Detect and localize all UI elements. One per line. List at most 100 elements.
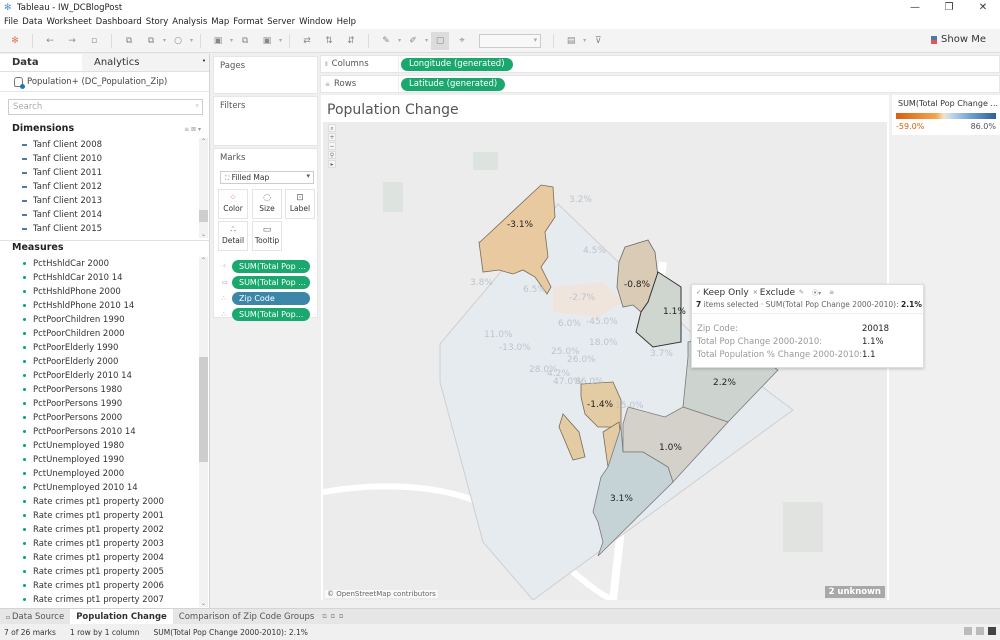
measure-field[interactable]: PctUnemployed 1990	[0, 453, 200, 467]
measure-field[interactable]: PctPoorElderly 2010 14	[0, 369, 200, 383]
pause-updates-icon[interactable]: ⧉	[142, 32, 160, 50]
color-legend[interactable]: SUM(Total Pop Change ... -59.0% 86.0%	[892, 95, 1000, 135]
measure-field[interactable]: Rate crimes pt1 property 2004	[0, 551, 200, 565]
group-icon[interactable]: ✎	[799, 289, 804, 296]
sort-ascending-icon[interactable]: ⇅	[320, 32, 338, 50]
tab-data-source[interactable]: ▫ Data Source	[0, 609, 70, 625]
menu-dashboard[interactable]: Dashboard	[94, 17, 144, 27]
menu-help[interactable]: Help	[335, 17, 358, 27]
detail-pill[interactable]: SUM(Total Pop...	[232, 307, 310, 321]
dimension-field[interactable]: Tanf Client 2008	[0, 138, 200, 152]
menu-window[interactable]: Window	[297, 17, 335, 27]
set-icon[interactable]: ⦿▾	[812, 288, 821, 297]
color-button[interactable]: ⁘ Color	[218, 189, 248, 219]
presentation-mode-icon[interactable]: ⊽	[589, 32, 607, 50]
label-button[interactable]: ⊡ Label	[285, 189, 315, 219]
save-icon[interactable]: ▫	[85, 32, 103, 50]
dimensions-options-icon[interactable]: ≡ ⊠ ▾	[184, 126, 201, 133]
measure-field[interactable]: PctPoorPersons 1980	[0, 383, 200, 397]
zoom-in-icon[interactable]: +	[328, 133, 336, 141]
undo-icon[interactable]: ←	[41, 32, 59, 50]
measure-field[interactable]: PctPoorChildren 1990	[0, 313, 200, 327]
pin-icon[interactable]: ⚲	[328, 151, 336, 159]
zip-code-pill[interactable]: Zip Code	[232, 291, 310, 305]
measure-field[interactable]: PctPoorPersons 2000	[0, 411, 200, 425]
new-data-source-icon[interactable]: ⧉	[120, 32, 138, 50]
pages-card[interactable]: Pages	[213, 56, 318, 94]
measure-field[interactable]: PctUnemployed 2000	[0, 467, 200, 481]
dimension-field[interactable]: Tanf Client 2013	[0, 194, 200, 208]
view-data-icon[interactable]: ≡	[829, 289, 834, 296]
fit-select[interactable]	[479, 33, 542, 48]
tableau-home-icon[interactable]: ✻	[6, 32, 24, 50]
tabs-view-icon[interactable]	[988, 627, 996, 635]
columns-shelf[interactable]: ⦀ Columns Longitude (generated)	[320, 55, 1000, 73]
dropdown-icon[interactable]: ▾	[163, 37, 166, 44]
sheet-sorter-icon[interactable]	[964, 627, 972, 635]
measure-field[interactable]: PctHshldPhone 2010 14	[0, 299, 200, 313]
map-attribution[interactable]: © OpenStreetMap contributors	[325, 590, 438, 598]
exclude-button[interactable]: Exclude	[760, 288, 795, 298]
measure-field[interactable]: Rate crimes pt1 property 2006	[0, 579, 200, 593]
mark-type-select[interactable]: ⛶ Filled Map	[220, 171, 314, 184]
menu-file[interactable]: File	[2, 17, 20, 27]
scroll-up-icon[interactable]: ⌃	[199, 257, 208, 264]
measure-field[interactable]: PctPoorElderly 1990	[0, 341, 200, 355]
measure-field[interactable]: Rate crimes pt1 property 2002	[0, 523, 200, 537]
highlight-icon[interactable]: ✎	[377, 32, 395, 50]
scrollbar-thumb[interactable]	[199, 357, 208, 462]
show-cards-icon[interactable]: ▤	[562, 32, 580, 50]
menu-format[interactable]: Format	[231, 17, 265, 27]
detail-button[interactable]: ∴ Detail	[218, 221, 248, 251]
close-button[interactable]: ✕	[966, 0, 1000, 15]
dropdown-icon[interactable]: ▾	[230, 37, 233, 44]
measure-field[interactable]: PctPoorChildren 2000	[0, 327, 200, 341]
keep-only-button[interactable]: Keep Only	[703, 288, 749, 298]
size-button[interactable]: ◌ Size	[252, 189, 282, 219]
tab-analytics[interactable]: Analytics •	[82, 54, 209, 71]
menu-data[interactable]: Data	[20, 17, 44, 27]
menu-story[interactable]: Story	[144, 17, 170, 27]
clear-sheet-icon[interactable]: ▣	[258, 32, 276, 50]
rows-shelf[interactable]: ≡ Rows Latitude (generated)	[320, 75, 1000, 93]
sort-descending-icon[interactable]: ⇵	[342, 32, 360, 50]
expand-toolbar-icon[interactable]: ▸	[328, 160, 336, 168]
run-update-icon[interactable]: ○	[169, 32, 187, 50]
group-members-icon[interactable]: ✐	[404, 32, 422, 50]
new-dashboard-icon[interactable]: ⧉	[331, 613, 335, 621]
scroll-down-icon[interactable]: ⌄	[199, 231, 208, 238]
measure-field[interactable]: PctHshldCar 2010 14	[0, 271, 200, 285]
scroll-up-icon[interactable]: ⌃	[199, 138, 208, 145]
longitude-pill[interactable]: Longitude (generated)	[401, 57, 513, 71]
dimension-field[interactable]: Tanf Client 2015	[0, 222, 200, 236]
dropdown-icon[interactable]: ▾	[425, 37, 428, 44]
dropdown-icon[interactable]: ▾	[583, 37, 586, 44]
measure-field[interactable]: PctPoorPersons 1990	[0, 397, 200, 411]
menu-map[interactable]: Map	[209, 17, 231, 27]
show-mark-labels-icon[interactable]: ▢	[431, 31, 450, 50]
dropdown-icon[interactable]: ▾	[190, 37, 193, 44]
menu-worksheet[interactable]: Worksheet	[45, 17, 94, 27]
tooltip-button[interactable]: ▭ Tooltip	[252, 221, 282, 251]
tab-comparison-zip-groups[interactable]: Comparison of Zip Code Groups	[173, 609, 321, 625]
dropdown-icon[interactable]: ▾	[398, 37, 401, 44]
minimize-button[interactable]: —	[898, 0, 932, 15]
map-search-icon[interactable]: ⌕	[328, 124, 336, 132]
swap-rows-columns-icon[interactable]: ⇄	[298, 32, 316, 50]
filters-card[interactable]: Filters	[213, 96, 318, 146]
menu-server[interactable]: Server	[265, 17, 297, 27]
zoom-out-icon[interactable]: −	[328, 142, 336, 150]
measure-field[interactable]: Rate crimes pt1 property 2003	[0, 537, 200, 551]
filmstrip-icon[interactable]	[976, 627, 984, 635]
restore-button[interactable]: ❐	[932, 0, 966, 15]
duplicate-icon[interactable]: ⧉	[236, 32, 254, 50]
search-input[interactable]: Search ⌕	[8, 99, 203, 115]
measure-field[interactable]: Rate crimes pt1 property 2000	[0, 495, 200, 509]
measure-field[interactable]: PctPoorElderly 2000	[0, 355, 200, 369]
measure-field[interactable]: Rate crimes pt1 property 2005	[0, 565, 200, 579]
unknown-indicator[interactable]: 2 unknown	[824, 586, 885, 598]
scrollbar-thumb[interactable]	[199, 210, 208, 222]
dimensions-scrollbar[interactable]: ⌃ ⌄	[199, 138, 208, 238]
measures-scrollbar[interactable]: ⌃ ⌄	[199, 257, 208, 607]
show-me-button[interactable]: Show Me	[931, 34, 986, 45]
